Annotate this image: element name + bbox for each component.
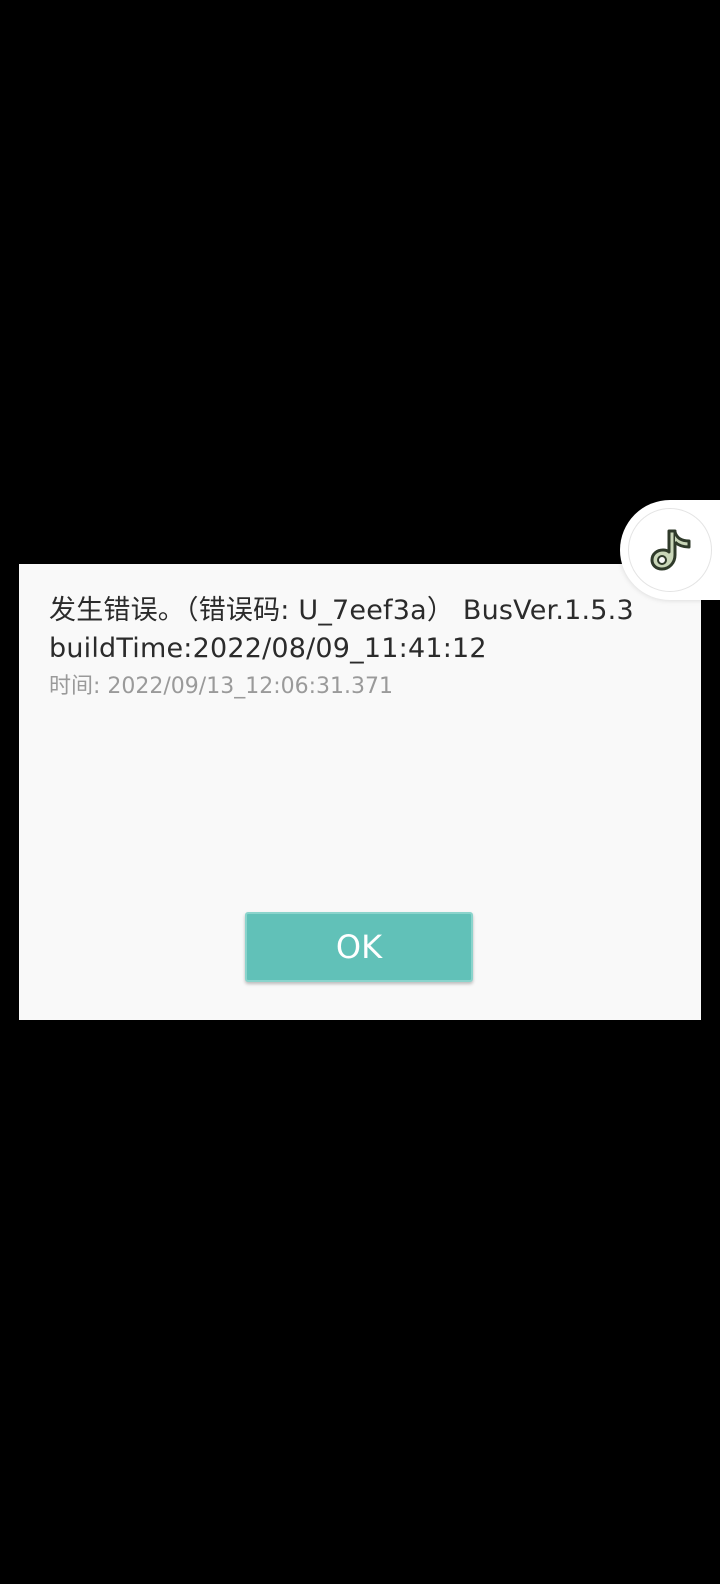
ok-button[interactable]: OK <box>245 912 473 982</box>
floating-widget-button[interactable] <box>628 508 712 592</box>
floating-widget[interactable] <box>620 500 720 600</box>
music-note-icon <box>650 529 691 571</box>
screen: 发生错误。（错误码: U_7eef3a） BusVer.1.5.3 buildT… <box>0 0 720 1584</box>
error-dialog: 发生错误。（错误码: U_7eef3a） BusVer.1.5.3 buildT… <box>19 564 701 1020</box>
error-timestamp: 时间: 2022/09/13_12:06:31.371 <box>49 674 393 699</box>
error-message: 发生错误。（错误码: U_7eef3a） BusVer.1.5.3 buildT… <box>49 595 634 664</box>
